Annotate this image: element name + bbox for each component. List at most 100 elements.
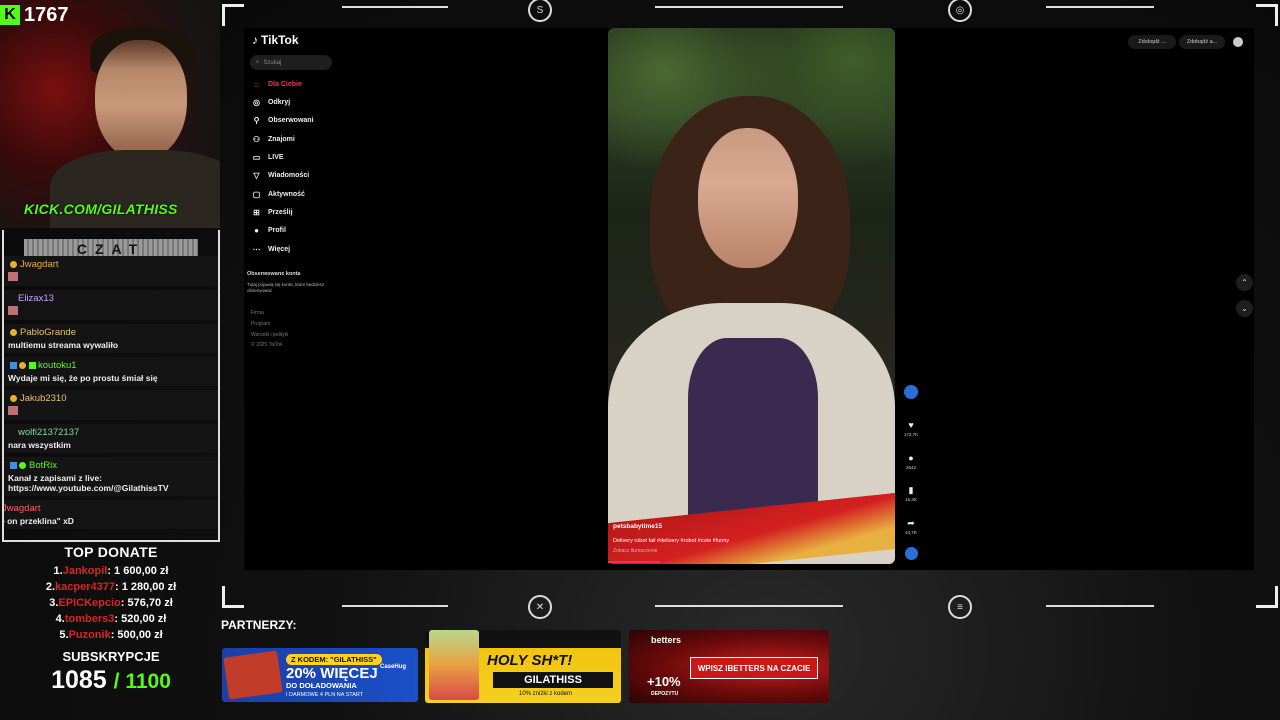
- nav-following[interactable]: ⚲ Obserwowani: [252, 116, 314, 125]
- music-disc-button[interactable]: [903, 547, 919, 560]
- footer-link[interactable]: Firma: [251, 310, 264, 316]
- nav-live[interactable]: ▭ LIVE: [252, 153, 284, 162]
- chat-username: Jwagdart: [20, 259, 59, 270]
- chat-list[interactable]: Jwagdart Elizax13 PabloGrande multiemu s…: [4, 256, 218, 540]
- frame-bar: [1046, 605, 1154, 607]
- video-player[interactable]: [608, 28, 895, 564]
- kick-logo-icon: K: [0, 5, 20, 25]
- sponsor-logo-icon: ✕: [528, 595, 552, 619]
- nav-label: Aktywność: [268, 191, 305, 198]
- banner-note: DEPOZYTU: [651, 691, 679, 697]
- donate-entry: 2.kacper4377: 1 280,00 zł: [0, 579, 222, 595]
- subs-title: SUBSKRYPCJE: [62, 649, 160, 664]
- nav-friends[interactable]: ⚇ Znajomi: [252, 135, 295, 144]
- user-avatar[interactable]: [1233, 37, 1243, 47]
- chat-username: Jwagdart: [4, 503, 41, 514]
- tiktok-note-icon: ♪: [252, 33, 258, 47]
- bot-badge-icon: [19, 461, 26, 469]
- nav-label: Znajomi: [268, 136, 295, 143]
- chat-text: nara wszystkim: [8, 440, 71, 450]
- comment-count: 2542: [905, 465, 916, 470]
- donate-name: kacper4377: [55, 581, 115, 593]
- chat-text: e on przeklina" xD: [4, 516, 74, 526]
- nav-more[interactable]: ⋯ Więcej: [252, 245, 291, 254]
- following-accounts-heading: Obserwowane konta: [247, 271, 301, 277]
- donate-name: Puzonik: [68, 629, 111, 641]
- more-icon: ⋯: [252, 245, 261, 254]
- nav-explore[interactable]: ◎ Odkryj: [252, 98, 290, 107]
- kick-viewer-count: 1767: [24, 3, 69, 26]
- chat-message: Jwagdart e on przeklina" xD: [4, 500, 218, 529]
- comment-button[interactable]: ● 2542: [903, 452, 919, 470]
- top-donate-panel: TOP DONATE 1.Jankopil: 1 600,00 zł 2.kac…: [0, 544, 222, 695]
- share-button[interactable]: ➦ 44,7K: [903, 517, 919, 536]
- chat-message: Jwagdart: [4, 256, 218, 286]
- casehug-banner: Z KODEM: "GILATHISS" 20% WIĘCEJ DO DOŁAD…: [222, 648, 418, 702]
- banner-brand: betters: [651, 635, 682, 645]
- nav-upload[interactable]: ⊞ Prześlij: [252, 208, 292, 217]
- subscriber-badge-icon: [10, 328, 17, 336]
- verified-badge-icon: [10, 461, 17, 469]
- get-coins-button[interactable]: Zdobądź ...: [1128, 35, 1176, 49]
- frame-corner: [1256, 586, 1278, 608]
- holy-banner: HOLY SH*T! GILATHISS 10% zniżki z kodem: [425, 630, 621, 703]
- like-button[interactable]: ♥ 173,7K: [903, 419, 919, 437]
- video-progress-bar[interactable]: [608, 561, 660, 563]
- chat-username: Jakub2310: [20, 393, 67, 404]
- footer-link[interactable]: Program: [251, 321, 270, 327]
- chat-message: BotRix Kanał z zapisami z live: https://…: [4, 457, 218, 496]
- donate-rank: 4.: [55, 613, 65, 625]
- kick-viewer-badge: K 1767: [0, 4, 82, 26]
- donate-amount: : 1 280,00 zł: [114, 581, 177, 593]
- see-translation-link[interactable]: Zobacz tłumaczenie: [613, 548, 657, 554]
- nav-activity[interactable]: ▢ Aktywność: [252, 190, 305, 199]
- home-icon: ⌂: [254, 80, 259, 89]
- sponsor-logo-icon: ≡: [948, 595, 972, 619]
- search-icon: ⌕: [256, 59, 260, 65]
- tiktok-logo-text: TikTok: [261, 33, 299, 47]
- profile-icon: ●: [254, 226, 259, 235]
- chevron-up-icon: ⌃: [1241, 278, 1248, 287]
- donate-amount: : 576,70 zł: [120, 597, 173, 609]
- banner-code: Z KODEM: "GILATHISS": [286, 654, 382, 665]
- chevron-down-icon: ⌄: [1241, 304, 1248, 313]
- chat-username: wolfi21372137: [18, 427, 80, 438]
- frame-bar: [342, 6, 448, 8]
- video-author[interactable]: petsbabytime15: [613, 523, 662, 530]
- next-video-button[interactable]: ⌄: [1236, 300, 1253, 317]
- banner-note: 10% zniżki z kodem: [519, 691, 573, 697]
- nav-label: Odkryj: [268, 99, 291, 106]
- chat-message: Jakub2310: [4, 390, 218, 420]
- footer-link[interactable]: Warunki i polityki: [251, 332, 288, 338]
- author-avatar-button[interactable]: [903, 385, 919, 399]
- footer-copyright: © 2025 TikTok: [251, 342, 283, 348]
- frame-bar: [342, 605, 448, 607]
- video-subject-face: [698, 128, 798, 268]
- nav-profile[interactable]: ● Profil: [252, 226, 286, 235]
- nav-messages[interactable]: ▽ Wiadomości: [252, 171, 309, 180]
- emote-icon: [8, 406, 18, 415]
- emote-icon: [8, 272, 18, 281]
- top-donate-title: TOP DONATE: [64, 544, 158, 560]
- banner-headline: 20% WIĘCEJ: [286, 665, 378, 682]
- frame-corner: [1256, 4, 1278, 26]
- donate-entry: 1.Jankopil: 1 600,00 zł: [0, 563, 222, 579]
- donate-name: EPICKepcio: [58, 597, 121, 609]
- button-label: Zdobądź a...: [1186, 39, 1218, 45]
- previous-video-button[interactable]: ⌃: [1236, 274, 1253, 291]
- chat-message: PabloGrande multiemu streama wywaliło: [4, 324, 218, 353]
- chat-message: wolfi21372137 nara wszystkim: [4, 424, 218, 453]
- messages-icon: ▽: [253, 171, 260, 180]
- nav-label: Obserwowani: [268, 117, 314, 124]
- donate-rank: 2.: [45, 581, 56, 593]
- search-input[interactable]: ⌕ Szukaj: [250, 55, 332, 70]
- comment-icon: ●: [908, 453, 914, 463]
- compass-icon: ◎: [253, 98, 260, 107]
- chat-username: PabloGrande: [20, 327, 76, 338]
- get-app-button[interactable]: Zdobądź a...: [1179, 35, 1225, 49]
- frame-bar: [655, 6, 843, 8]
- nav-for-you[interactable]: ⌂ Dla Ciebie: [252, 80, 302, 89]
- activity-icon: ▢: [252, 190, 261, 199]
- bookmark-button[interactable]: ▮ 15,3K: [903, 484, 919, 503]
- tiktok-logo[interactable]: ♪ TikTok: [252, 33, 299, 47]
